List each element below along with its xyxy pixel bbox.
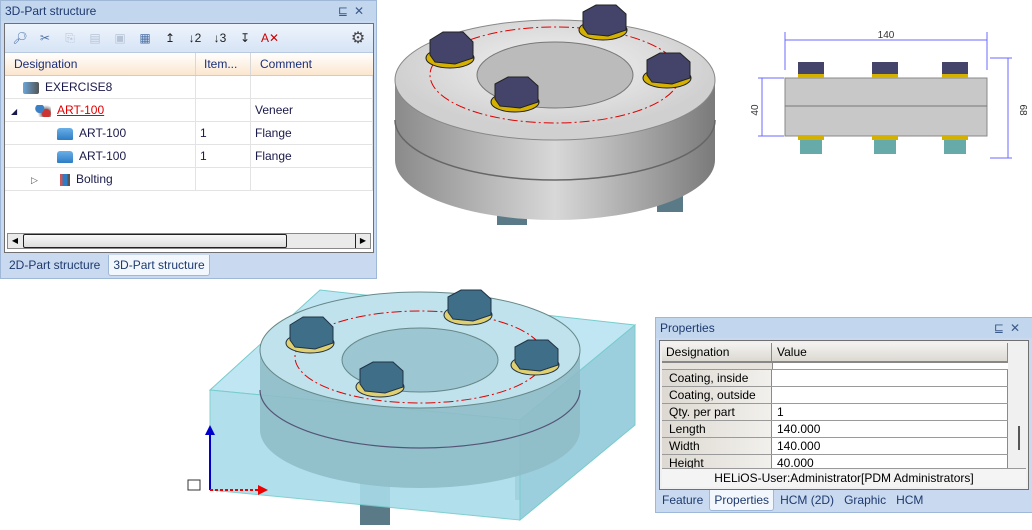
- search-icon[interactable]: 🔎︎: [11, 29, 29, 47]
- tree-row[interactable]: ▷ Bolting: [5, 168, 373, 191]
- cut-icon[interactable]: ✂: [36, 29, 54, 47]
- database-icon: [23, 81, 39, 94]
- row-designation[interactable]: ART-100: [57, 103, 104, 117]
- pin-icon[interactable]: ⊑: [338, 4, 354, 18]
- part-structure-panel: 3D-Part structure ⊑✕ 🔎︎ ✂ ⎘ ▤ ▣ ▦ ↥ ↓2 ↓…: [0, 0, 377, 279]
- property-row[interactable]: Width 140.000: [662, 438, 1008, 455]
- column-designation[interactable]: Designation: [5, 53, 196, 75]
- row-comment: Flange: [251, 122, 373, 144]
- properties-header: Designation Value: [662, 343, 1008, 363]
- copy-icon[interactable]: ⎘: [61, 29, 79, 47]
- toolbar: 🔎︎ ✂ ⎘ ▤ ▣ ▦ ↥ ↓2 ↓3 ↧ A✕ ⚙: [5, 24, 373, 53]
- panel-title-bar: 3D-Part structure ⊑✕: [1, 1, 376, 21]
- property-key: Length: [662, 421, 772, 437]
- pin-icon[interactable]: ⊑: [994, 321, 1010, 335]
- expand-level2-icon[interactable]: ↓2: [186, 29, 204, 47]
- expand-level3-icon[interactable]: ↓3: [211, 29, 229, 47]
- collapse-arrow-icon[interactable]: ◢: [11, 101, 35, 123]
- collapse-all-icon[interactable]: ↥: [161, 29, 179, 47]
- property-key: Width: [662, 438, 772, 454]
- paste-special-icon[interactable]: ▣: [111, 29, 129, 47]
- sort-clear-icon[interactable]: A✕: [261, 29, 279, 47]
- vertical-scrollbar-thumb[interactable]: [1018, 426, 1020, 450]
- bolting-icon: [60, 173, 70, 186]
- gear-icon[interactable]: ⚙: [349, 29, 367, 47]
- table-header: Designation Item... Comment: [5, 53, 373, 76]
- close-icon[interactable]: ✕: [354, 4, 370, 18]
- expand-all-icon[interactable]: ↧: [236, 29, 254, 47]
- property-value[interactable]: 140.000: [772, 438, 1008, 454]
- flange-side: [784, 77, 988, 137]
- tree-row[interactable]: EXERCISE8: [5, 76, 373, 99]
- column-designation[interactable]: Designation: [662, 343, 772, 361]
- tab-3d-part-structure[interactable]: 3D-Part structure: [108, 255, 210, 276]
- property-row[interactable]: Coating, outside: [662, 387, 1008, 404]
- scroll-right-button[interactable]: ▶: [355, 234, 370, 248]
- dim-total: 68: [1017, 104, 1028, 116]
- property-value[interactable]: [772, 387, 1008, 403]
- panel-title: 3D-Part structure: [5, 4, 97, 18]
- panel-title-bar: Properties ⊑✕: [656, 318, 1032, 338]
- row-designation: ART-100: [79, 149, 127, 163]
- tree-row[interactable]: ART-100 1 Flange: [5, 122, 373, 145]
- properties-panel: Properties ⊑✕ Designation Value Coating,…: [655, 317, 1032, 513]
- dim-height: 40: [750, 104, 761, 116]
- properties-grid: Designation Value Coating, inside Coatin…: [659, 340, 1029, 490]
- row-item: [196, 76, 251, 98]
- paste-insert-icon[interactable]: ▦: [136, 29, 154, 47]
- row-comment: Veneer: [251, 99, 373, 121]
- column-item[interactable]: Item...: [196, 53, 251, 75]
- tab-hcm[interactable]: HCM: [892, 490, 927, 511]
- row-item: [196, 99, 251, 121]
- tab-properties[interactable]: Properties: [709, 490, 775, 511]
- property-key: Qty. per part: [662, 404, 772, 420]
- column-comment[interactable]: Comment: [251, 53, 373, 75]
- row-comment: Flange: [251, 145, 373, 167]
- tab-graphic[interactable]: Graphic: [840, 490, 890, 511]
- tab-feature[interactable]: Feature: [658, 490, 707, 511]
- tree-row[interactable]: ◢ ART-100 Veneer: [5, 99, 373, 122]
- property-row[interactable]: Qty. per part 1: [662, 404, 1008, 421]
- property-value[interactable]: 140.000: [772, 421, 1008, 437]
- tab-hcm-2d[interactable]: HCM (2D): [776, 490, 838, 511]
- row-item: 1: [196, 122, 251, 144]
- row-comment: [251, 76, 373, 98]
- status-line: HELiOS-User:Administrator[PDM Administra…: [662, 468, 1026, 487]
- paste-icon[interactable]: ▤: [86, 29, 104, 47]
- panel-title: Properties: [660, 321, 715, 335]
- flange-bounding-box-view[interactable]: [180, 285, 650, 530]
- part-icon: [57, 150, 73, 163]
- scroll-left-button[interactable]: ◀: [8, 234, 22, 248]
- row-designation: ART-100: [79, 126, 127, 140]
- horizontal-scrollbar[interactable]: ◀ ▶: [7, 233, 371, 249]
- part-icon: [57, 127, 73, 140]
- row-comment: [251, 168, 373, 190]
- row-designation: Bolting: [76, 172, 113, 186]
- close-icon[interactable]: ✕: [1010, 321, 1026, 335]
- scroll-thumb[interactable]: [23, 234, 287, 248]
- expand-arrow-icon[interactable]: ▷: [31, 169, 57, 191]
- tree-row[interactable]: ART-100 1 Flange: [5, 145, 373, 168]
- row-designation: EXERCISE8: [45, 80, 113, 94]
- flange-side-view: 140 40 68: [750, 30, 1028, 159]
- structure-tree: 🔎︎ ✂ ⎘ ▤ ▣ ▦ ↥ ↓2 ↓3 ↧ A✕ ⚙ Designation …: [4, 23, 374, 253]
- property-value[interactable]: [772, 370, 1008, 386]
- property-value[interactable]: 1: [772, 404, 1008, 420]
- property-row[interactable]: Length 140.000: [662, 421, 1008, 438]
- assembly-icon: [35, 104, 51, 117]
- tab-2d-part-structure[interactable]: 2D-Part structure: [5, 255, 104, 276]
- row-item: 1: [196, 145, 251, 167]
- property-key: Coating, outside: [662, 387, 772, 403]
- property-key: Coating, inside: [662, 370, 772, 386]
- column-value[interactable]: Value: [772, 343, 1008, 361]
- dim-length: 140: [878, 30, 895, 41]
- flange-3d-view[interactable]: [385, 0, 730, 245]
- row-item: [196, 168, 251, 190]
- property-row[interactable]: Coating, inside: [662, 370, 1008, 387]
